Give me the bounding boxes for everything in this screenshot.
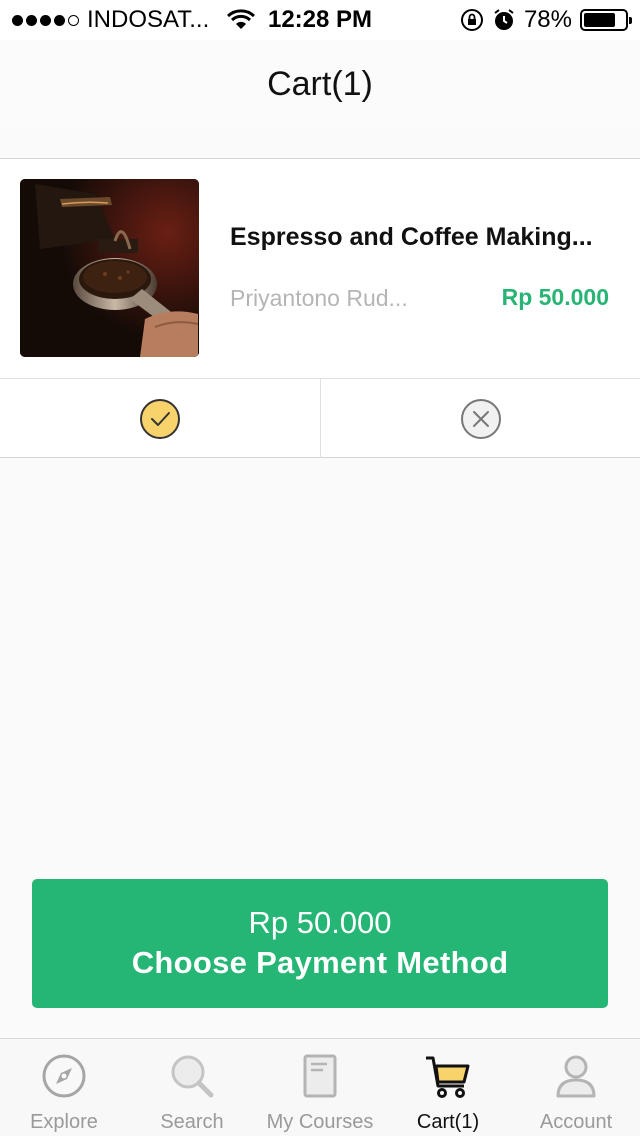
battery-percent: 78% [523,6,572,33]
carrier-name: INDOSAT... [87,6,210,33]
tab-cart[interactable]: Cart(1) [384,1039,512,1136]
cart-item-card: Espresso and Coffee Making... Priyantono… [0,158,640,458]
cart-item-row[interactable]: Espresso and Coffee Making... Priyantono… [0,159,640,379]
course-thumbnail [20,179,199,357]
tab-account[interactable]: Account [512,1039,640,1136]
tab-my-courses[interactable]: My Courses [256,1039,384,1136]
search-icon [167,1051,217,1101]
tab-search[interactable]: Search [128,1039,256,1136]
battery-icon [580,9,632,31]
status-right: 78% [460,6,632,34]
wifi-icon [227,9,256,29]
status-left: INDOSAT... [12,6,256,34]
user-icon [551,1051,601,1101]
bottom-tab-bar: Explore Search My Courses Cart(1) Accoun… [0,1038,640,1136]
status-bar: INDOSAT... 12:28 PM 78% [0,0,640,40]
tab-label-search: Search [160,1111,224,1133]
cellular-signal-icon [12,14,79,26]
course-title: Espresso and Coffee Making... [230,223,593,251]
remove-item-button[interactable] [320,379,640,458]
page-title: Cart(1) [267,64,373,103]
course-author: Priyantono Rud... [230,285,408,311]
tab-label-cart: Cart(1) [416,1111,480,1133]
espresso-portafilter-image [20,179,199,357]
navigation-bar: Cart(1) [0,40,640,128]
rotation-lock-icon [460,9,483,31]
tab-label-explore: Explore [30,1111,98,1133]
battery-level-fill [584,13,616,27]
tab-label-account: Account [539,1111,613,1133]
confirm-item-button[interactable] [0,379,320,458]
tab-explore[interactable]: Explore [0,1039,128,1136]
book-icon [295,1051,345,1101]
close-circle-icon [460,398,501,439]
check-circle-icon [140,398,180,439]
compass-icon [39,1051,89,1101]
checkout-button-label: Choose Payment Method [131,944,509,980]
checkout-total: Rp 50.000 [248,904,392,940]
tab-label-my-courses: My Courses [266,1111,374,1133]
course-price: Rp 50.000 [501,284,609,310]
cart-icon [423,1051,473,1101]
cart-item-actions [0,379,640,458]
alarm-icon [494,9,514,30]
choose-payment-method-button[interactable]: Rp 50.000 Choose Payment Method [32,879,608,1008]
